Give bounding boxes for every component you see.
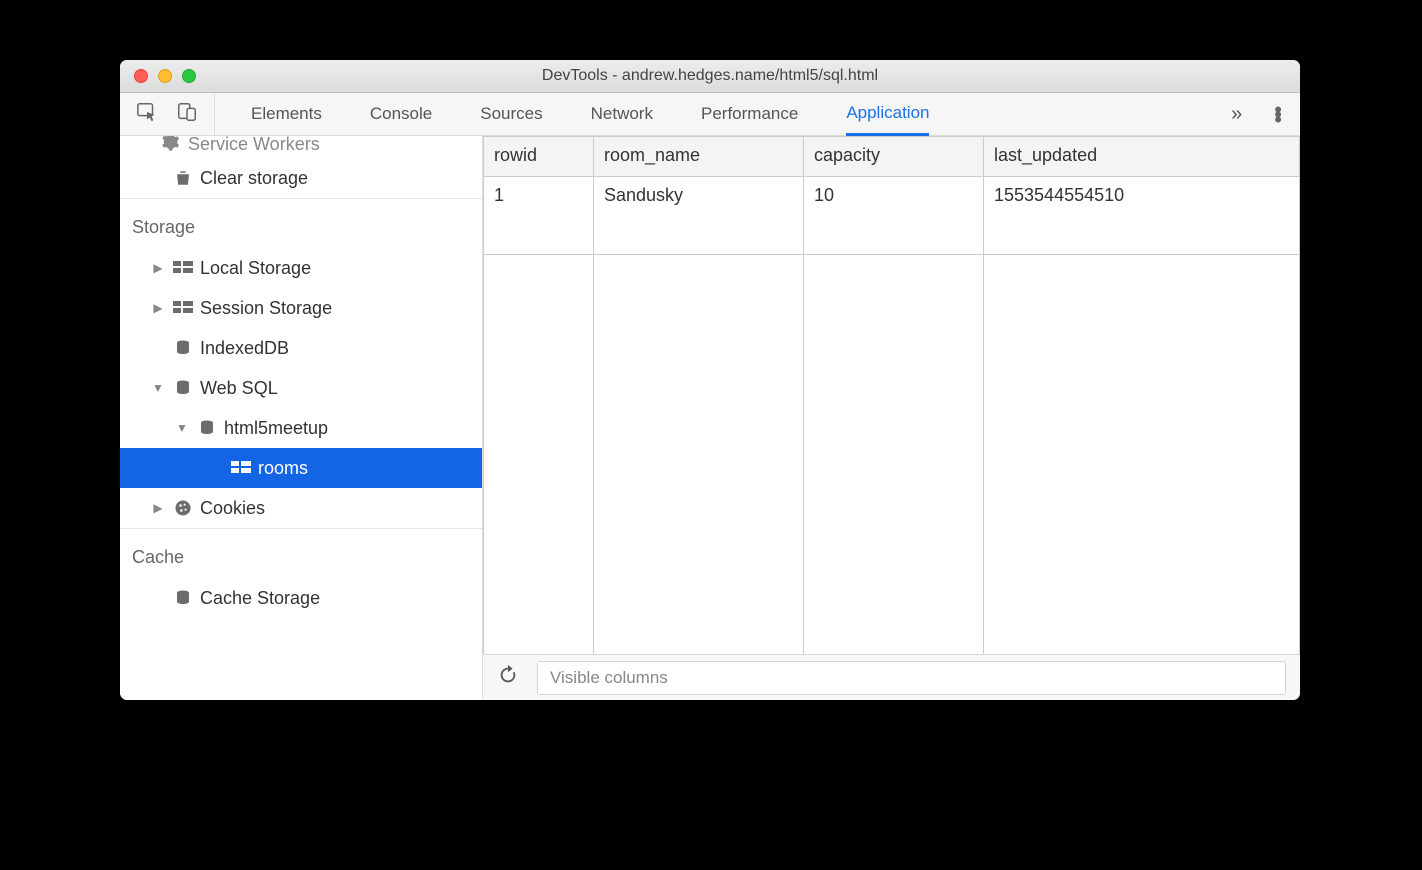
data-grid-header-row: rowid room_name capacity last_updated bbox=[484, 137, 1300, 177]
tab-elements[interactable]: Elements bbox=[251, 93, 322, 135]
close-window-button[interactable] bbox=[134, 69, 148, 83]
visible-columns-input[interactable] bbox=[537, 661, 1286, 695]
zoom-window-button[interactable] bbox=[182, 69, 196, 83]
sidebar-item-label: Cookies bbox=[200, 498, 265, 519]
column-header[interactable]: rowid bbox=[484, 137, 594, 177]
sidebar-item-cookies[interactable]: ▶ Cookies bbox=[120, 488, 482, 528]
data-grid-empty bbox=[484, 254, 1300, 654]
sidebar-item-service-workers[interactable]: Service Workers bbox=[120, 136, 482, 158]
devtools-menu-button[interactable]: ••• bbox=[1256, 107, 1300, 122]
data-grid-row[interactable]: 1 Sandusky 10 1553544554510 bbox=[484, 177, 1300, 255]
cell-capacity[interactable]: 10 bbox=[804, 177, 984, 255]
sidebar-section-cache: Cache bbox=[120, 528, 482, 578]
sidebar-item-database-html5meetup[interactable]: ▼ html5meetup bbox=[120, 408, 482, 448]
sidebar-section-storage: Storage bbox=[120, 198, 482, 248]
sidebar-item-label: Service Workers bbox=[188, 136, 320, 155]
sidebar-item-label: Web SQL bbox=[200, 378, 278, 399]
sidebar-item-label: html5meetup bbox=[224, 418, 328, 439]
collapse-arrow-icon: ▼ bbox=[150, 381, 166, 395]
column-header[interactable]: room_name bbox=[594, 137, 804, 177]
database-icon bbox=[196, 419, 218, 437]
more-tabs-button[interactable]: » bbox=[1217, 103, 1256, 126]
sidebar-item-session-storage[interactable]: ▶ Session Storage bbox=[120, 288, 482, 328]
collapse-arrow-icon: ▼ bbox=[174, 421, 190, 435]
titlebar: DevTools - andrew.hedges.name/html5/sql.… bbox=[120, 60, 1300, 93]
database-icon bbox=[172, 339, 194, 357]
sidebar-item-indexeddb[interactable]: IndexedDB bbox=[120, 328, 482, 368]
table-icon bbox=[230, 461, 252, 475]
sidebar-item-label: rooms bbox=[258, 458, 308, 479]
application-sidebar: Service Workers Clear storage Storage ▶ … bbox=[120, 136, 483, 700]
database-icon bbox=[172, 589, 194, 607]
window-title: DevTools - andrew.hedges.name/html5/sql.… bbox=[120, 67, 1300, 85]
cookie-icon bbox=[172, 498, 194, 518]
device-toggle-icon[interactable] bbox=[176, 101, 198, 128]
panel-tabs: Elements Console Sources Network Perform… bbox=[215, 93, 1217, 135]
expand-arrow-icon: ▶ bbox=[150, 501, 166, 515]
expand-arrow-icon: ▶ bbox=[150, 261, 166, 275]
sidebar-item-table-rooms[interactable]: rooms bbox=[120, 448, 482, 488]
cell-room-name[interactable]: Sandusky bbox=[594, 177, 804, 255]
sidebar-item-label: IndexedDB bbox=[200, 338, 289, 359]
devtools-window: DevTools - andrew.hedges.name/html5/sql.… bbox=[120, 60, 1300, 700]
expand-arrow-icon: ▶ bbox=[150, 301, 166, 315]
database-icon bbox=[172, 379, 194, 397]
gear-icon bbox=[160, 136, 180, 157]
sidebar-item-websql[interactable]: ▼ Web SQL bbox=[120, 368, 482, 408]
storage-grid-icon bbox=[172, 301, 194, 315]
trash-icon bbox=[172, 169, 194, 187]
column-header[interactable]: capacity bbox=[804, 137, 984, 177]
body: Service Workers Clear storage Storage ▶ … bbox=[120, 136, 1300, 700]
cell-rowid[interactable]: 1 bbox=[484, 177, 594, 255]
sidebar-item-local-storage[interactable]: ▶ Local Storage bbox=[120, 248, 482, 288]
sidebar-item-label: Cache Storage bbox=[200, 588, 320, 609]
sidebar-item-label: Clear storage bbox=[200, 168, 308, 189]
storage-grid-icon bbox=[172, 261, 194, 275]
sidebar-item-label: Session Storage bbox=[200, 298, 332, 319]
sidebar-item-label: Local Storage bbox=[200, 258, 311, 279]
window-controls bbox=[134, 69, 196, 83]
column-header[interactable]: last_updated bbox=[984, 137, 1300, 177]
data-grid[interactable]: rowid room_name capacity last_updated 1 … bbox=[483, 136, 1300, 654]
tab-console[interactable]: Console bbox=[370, 93, 432, 135]
sidebar-item-cache-storage[interactable]: Cache Storage bbox=[120, 578, 482, 618]
data-panel: rowid room_name capacity last_updated 1 … bbox=[483, 136, 1300, 700]
minimize-window-button[interactable] bbox=[158, 69, 172, 83]
sidebar-item-clear-storage[interactable]: Clear storage bbox=[120, 158, 482, 198]
refresh-button[interactable] bbox=[497, 664, 519, 691]
tab-application[interactable]: Application bbox=[846, 94, 929, 136]
cell-last-updated[interactable]: 1553544554510 bbox=[984, 177, 1300, 255]
tab-sources[interactable]: Sources bbox=[480, 93, 542, 135]
tab-network[interactable]: Network bbox=[591, 93, 653, 135]
data-grid-toolbar bbox=[483, 654, 1300, 700]
tab-performance[interactable]: Performance bbox=[701, 93, 798, 135]
inspect-element-icon[interactable] bbox=[136, 101, 158, 128]
panel-tabstrip: Elements Console Sources Network Perform… bbox=[120, 93, 1300, 136]
